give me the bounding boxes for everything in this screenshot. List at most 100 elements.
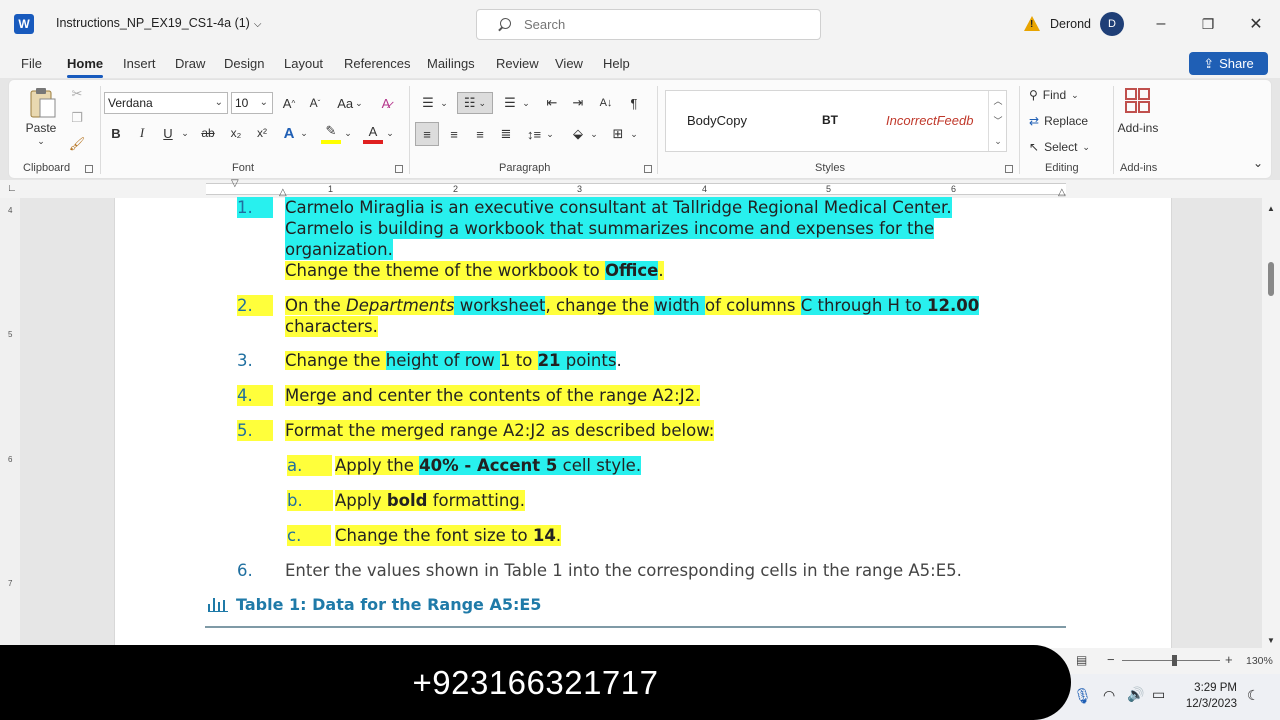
username[interactable]: Derond — [1050, 17, 1091, 31]
list-item-text[interactable]: Carmelo is building a workbook that summ… — [285, 218, 935, 239]
table-caption[interactable]: Table 1: Data for the Range A5:E5 — [236, 595, 541, 614]
format-painter-icon[interactable]: 🖌 — [69, 136, 86, 152]
sort-icon[interactable]: A↓ — [595, 92, 617, 114]
chevron-down-icon[interactable]: ⌄ — [521, 94, 531, 112]
bullets-icon[interactable]: ☰ — [417, 92, 439, 114]
strikethrough-button[interactable]: ab — [197, 122, 219, 144]
search-input[interactable] — [524, 17, 774, 32]
share-button[interactable]: ⇪ Share — [1189, 52, 1268, 75]
italic-button[interactable]: I — [133, 122, 151, 144]
chevron-down-icon[interactable]: ⌄ — [589, 124, 599, 144]
vertical-scrollbar[interactable]: ▲ ▼ — [1262, 198, 1280, 648]
speaker-icon[interactable]: 🔊 — [1127, 686, 1144, 703]
styles-scroll[interactable]: ︿ ﹀ ⌄ — [988, 91, 1007, 151]
text-effects-icon[interactable]: A — [279, 122, 299, 144]
subscript-button[interactable]: x₂ — [225, 122, 247, 144]
find-button[interactable]: ⚲ Find ⌄ — [1029, 86, 1103, 104]
clear-formatting-icon[interactable]: A̷ — [375, 92, 397, 114]
style-incorrectfeedback[interactable]: IncorrectFeedb — [886, 113, 986, 128]
bold-button[interactable]: B — [107, 122, 125, 144]
list-item-text[interactable]: characters. — [285, 316, 378, 337]
restore-button[interactable]: ❐ — [1193, 10, 1223, 38]
chevron-down-icon[interactable]: ⌄ — [343, 124, 353, 142]
first-line-indent-marker[interactable]: ▽ — [231, 178, 239, 189]
zoom-level[interactable]: 130% — [1246, 655, 1273, 667]
styles-launcher-icon[interactable] — [1005, 165, 1013, 173]
shading-icon[interactable]: ⬙ — [567, 122, 589, 146]
tab-review[interactable]: Review — [496, 56, 539, 71]
addins-icon[interactable] — [1123, 86, 1153, 116]
font-color-icon[interactable]: A — [363, 122, 383, 144]
justify-icon[interactable]: ≣ — [495, 122, 517, 146]
list-item-text[interactable]: organization. — [285, 239, 393, 260]
tab-view[interactable]: View — [555, 56, 583, 71]
chevron-down-icon[interactable]: ⌄ — [299, 124, 309, 142]
decrease-indent-icon[interactable]: ⇤ — [541, 92, 563, 114]
paragraph-launcher-icon[interactable] — [644, 165, 652, 173]
multilevel-list-icon[interactable]: ☰ — [499, 92, 521, 114]
document-title[interactable]: Instructions_NP_EX19_CS1-4a (1) ⌵ — [56, 16, 261, 30]
scroll-down-icon[interactable]: ▼ — [1267, 636, 1275, 645]
minimize-button[interactable]: – — [1146, 10, 1176, 38]
clock-time[interactable]: 3:29 PM — [1180, 682, 1237, 694]
list-item-text[interactable]: Change the height of row 1 to 21 points. — [285, 350, 622, 371]
battery-icon[interactable]: ▭ — [1152, 686, 1165, 703]
chevron-down-icon[interactable]: ⌄ — [545, 124, 555, 144]
font-launcher-icon[interactable] — [395, 165, 403, 173]
align-right-icon[interactable]: ≡ — [469, 122, 491, 146]
list-item-text[interactable]: Enter the values shown in Table 1 into t… — [285, 560, 962, 581]
scroll-up-icon[interactable]: ▲ — [1267, 204, 1275, 213]
chevron-down-icon[interactable]: ⌄ — [629, 124, 639, 144]
list-item-text[interactable]: Change the font size to 14. — [335, 525, 562, 546]
replace-button[interactable]: ⇄ Replace — [1029, 112, 1113, 130]
align-left-icon[interactable]: ≡ — [415, 122, 439, 146]
numbering-icon[interactable]: ☷ ⌄ — [457, 92, 493, 114]
tab-insert[interactable]: Insert — [123, 56, 156, 71]
warning-triangle-icon[interactable]: ! — [1024, 16, 1040, 31]
line-spacing-icon[interactable]: ↕≡ — [523, 122, 545, 146]
paste-icon[interactable] — [25, 86, 59, 120]
zoom-in-button[interactable]: + — [1225, 652, 1233, 667]
microphone-icon[interactable]: 🎙 — [1073, 687, 1092, 705]
cut-icon[interactable]: ✂ — [69, 86, 85, 102]
shrink-font-icon[interactable]: Aˇ — [305, 92, 325, 114]
addins-button[interactable]: Add-ins — [1113, 120, 1163, 136]
tab-file[interactable]: File — [21, 56, 42, 71]
clock-date[interactable]: 12/3/2023 — [1180, 698, 1237, 710]
chevron-down-icon[interactable]: ﹀ — [989, 111, 1007, 131]
superscript-button[interactable]: x² — [251, 122, 273, 144]
wifi-icon[interactable]: ◠ — [1103, 687, 1115, 704]
change-case-button[interactable]: Aa ⌄ — [333, 92, 367, 114]
highlight-icon[interactable]: ✎ — [321, 122, 341, 144]
tab-layout[interactable]: Layout — [284, 56, 323, 71]
list-item-text[interactable]: Merge and center the contents of the ran… — [285, 385, 701, 406]
zoom-slider-thumb[interactable] — [1172, 655, 1177, 666]
tab-references[interactable]: References — [344, 56, 410, 71]
tab-design[interactable]: Design — [224, 56, 264, 71]
list-item-text[interactable]: Apply bold formatting. — [335, 490, 525, 511]
search-box[interactable] — [476, 9, 821, 40]
close-button[interactable]: ✕ — [1241, 10, 1271, 38]
moon-icon[interactable]: ☾ — [1247, 687, 1260, 704]
chevron-down-icon[interactable]: ⌄ — [385, 124, 395, 142]
chevron-down-icon[interactable]: ⌄ — [35, 136, 47, 146]
list-item-text[interactable]: Change the theme of the workbook to Offi… — [285, 260, 664, 281]
focus-mode-icon[interactable]: ▤ — [1076, 653, 1087, 667]
show-formatting-icon[interactable]: ¶ — [623, 92, 645, 114]
tab-selector[interactable]: ∟ — [7, 183, 17, 194]
list-item-text[interactable]: On the Departments worksheet, change the… — [285, 295, 980, 316]
ruler-track[interactable]: 1 2 3 4 5 6 — [206, 183, 1066, 195]
style-bt[interactable]: BT — [822, 113, 838, 127]
font-size-combo[interactable]: 10 ⌄ — [231, 92, 273, 114]
tab-draw[interactable]: Draw — [175, 56, 205, 71]
chevron-up-icon[interactable]: ︿ — [989, 91, 1007, 111]
increase-indent-icon[interactable]: ⇥ — [567, 92, 589, 114]
collapse-ribbon-icon[interactable]: ⌄ — [1251, 156, 1265, 170]
clipboard-launcher-icon[interactable] — [85, 165, 93, 173]
list-item-text[interactable]: Apply the 40% - Accent 5 cell style. — [335, 455, 642, 476]
copy-icon[interactable]: ❐ — [69, 110, 85, 126]
list-item-text[interactable]: Format the merged range A2:J2 as describ… — [285, 420, 715, 441]
zoom-slider[interactable] — [1122, 660, 1220, 661]
align-center-icon[interactable]: ≡ — [443, 122, 465, 146]
list-item-text[interactable]: Carmelo Miraglia is an executive consult… — [285, 197, 952, 218]
